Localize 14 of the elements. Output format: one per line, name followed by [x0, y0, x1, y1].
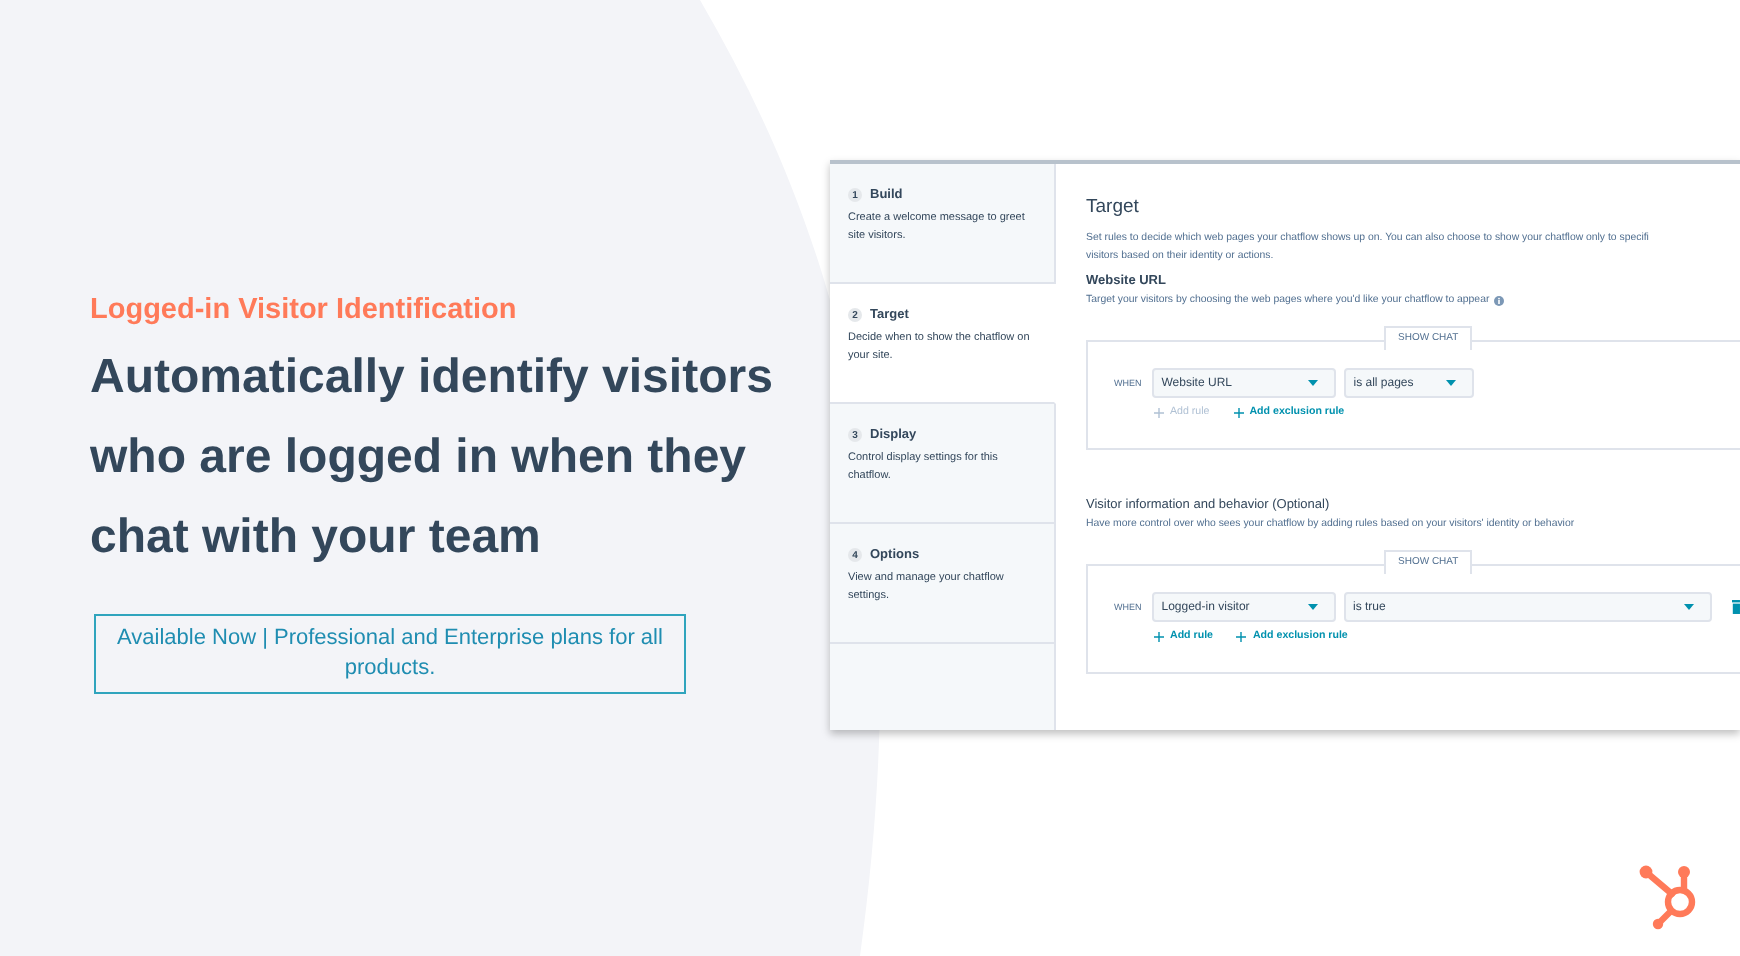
plus-icon	[1236, 631, 1247, 641]
plus-icon	[1233, 407, 1244, 417]
availability-note: Available Now | Professional and Enterprise plans for all products.	[94, 614, 686, 694]
trash-icon[interactable]	[1732, 600, 1740, 614]
page-title: Target	[1086, 196, 1141, 218]
info-icon	[1493, 295, 1504, 305]
caret-icon	[1307, 604, 1318, 610]
caret-icon	[1684, 604, 1695, 610]
caret-icon	[1445, 380, 1456, 386]
plus-icon	[1154, 631, 1164, 641]
eyebrow-heading: Logged-in Visitor Identification	[90, 294, 519, 326]
caret-icon	[1307, 380, 1318, 386]
headline: Automatically identify visitors who are logged in when they chat with your team	[90, 348, 775, 568]
plus-icon	[1154, 407, 1164, 417]
